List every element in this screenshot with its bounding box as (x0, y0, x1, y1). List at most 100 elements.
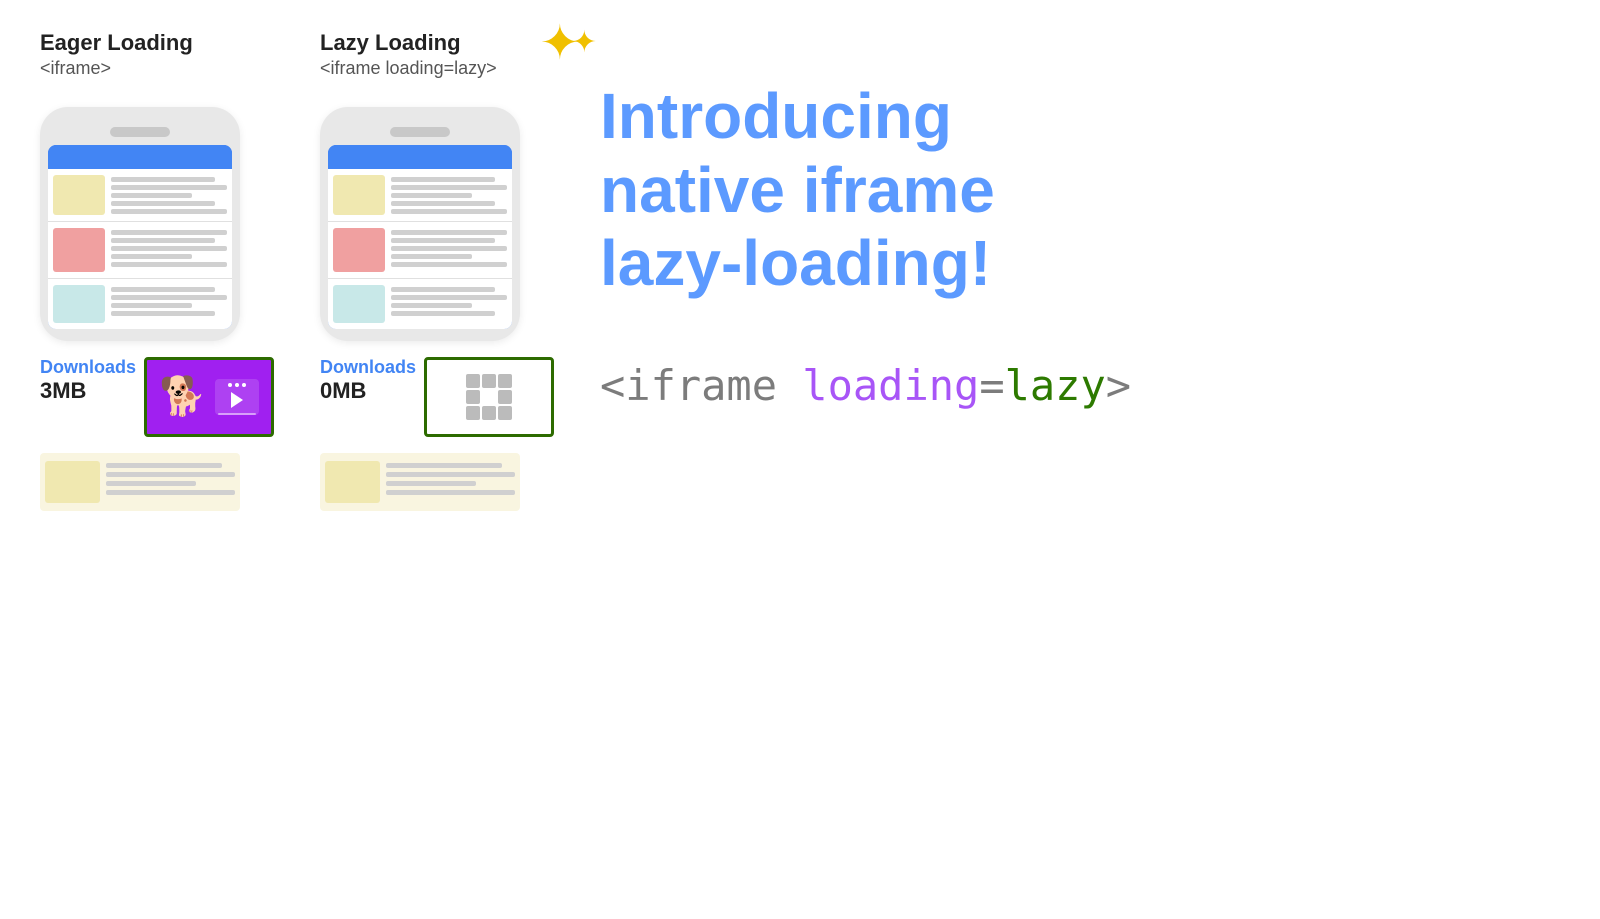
line (106, 490, 235, 495)
intro-line1: Introducing (600, 80, 952, 152)
main-container: Eager Loading <iframe> Lazy Loading <ifr… (0, 0, 1600, 919)
line (386, 481, 476, 486)
lazy-phone-wrapper (320, 107, 520, 341)
phones-row (40, 107, 520, 341)
spinner-icon (466, 374, 512, 420)
line (111, 230, 227, 235)
eager-bottom-block (40, 453, 240, 511)
lazy-bottom-img (325, 461, 380, 503)
eager-bottom-lines (106, 461, 235, 495)
lazy-download-col: Downloads 0MB (320, 357, 520, 445)
lazy-bottom-block (320, 453, 520, 511)
lazy-img-1 (333, 175, 385, 215)
eager-download-top: Downloads 3MB 🐕 (40, 357, 274, 437)
code-lazy-val: lazy (1005, 361, 1106, 410)
line (391, 303, 472, 308)
line (391, 254, 472, 259)
line (111, 254, 192, 259)
spinner-cell (466, 390, 480, 404)
lazy-block-2 (328, 222, 512, 279)
phone-notch-eager (110, 127, 170, 137)
lazy-img-3 (333, 285, 385, 323)
lazy-lines-2 (391, 228, 507, 267)
sparkle-icon: ✦ ✦ (540, 20, 580, 68)
line (391, 311, 495, 316)
line (106, 463, 222, 468)
line (391, 262, 507, 267)
code-iframe-part: <iframe (600, 361, 802, 410)
eager-downloads-text: Downloads (40, 357, 136, 378)
lazy-phone (320, 107, 520, 341)
lazy-phone-screen (328, 145, 512, 329)
spinner-cell (466, 374, 480, 388)
dots-row (228, 379, 246, 389)
line (386, 490, 515, 495)
code-equals: = (979, 361, 1004, 410)
lazy-lines-3 (391, 285, 507, 316)
line (386, 472, 515, 477)
dot (242, 383, 246, 387)
code-snippet: <iframe loading=lazy> (600, 361, 1131, 410)
eager-block-2 (48, 222, 232, 279)
line (111, 193, 192, 198)
intro-line3: lazy-loading! (600, 227, 991, 299)
line (111, 185, 227, 190)
line (391, 246, 507, 251)
line (111, 287, 215, 292)
lazy-bottom-lines (386, 461, 515, 495)
line (111, 303, 192, 308)
line (391, 193, 472, 198)
eager-code: <iframe> (40, 58, 240, 79)
intro-line2: native iframe (600, 154, 995, 226)
line (391, 177, 495, 182)
lazy-code: <iframe loading=lazy> (320, 58, 520, 79)
line (391, 238, 495, 243)
spinner-cell (498, 406, 512, 420)
play-bar (218, 413, 256, 415)
play-triangle-icon (231, 392, 243, 408)
intro-text: Introducing native iframe lazy-loading! (600, 80, 1131, 301)
line (106, 481, 196, 486)
line (111, 209, 227, 214)
line (111, 201, 215, 206)
bottom-content-row (40, 453, 520, 511)
spinner-cell (482, 374, 496, 388)
line (111, 262, 227, 267)
eager-download-labels: Downloads 3MB (40, 357, 136, 404)
lazy-iframe-preview (424, 357, 554, 437)
dot (235, 383, 239, 387)
eager-block-3 (48, 279, 232, 329)
eager-block-1 (48, 169, 232, 222)
dog-icon: 🐕 (159, 375, 206, 419)
eager-phone-screen (48, 145, 232, 329)
eager-iframe-preview: 🐕 (144, 357, 274, 437)
lazy-screen-header (328, 145, 512, 169)
line (111, 246, 227, 251)
eager-phone-wrapper (40, 107, 240, 341)
eager-label-col: Eager Loading <iframe> (40, 30, 240, 97)
line (391, 201, 495, 206)
eager-lines-2 (111, 228, 227, 267)
lazy-lines-1 (391, 175, 507, 214)
lazy-img-2 (333, 228, 385, 272)
line (391, 295, 507, 300)
eager-img-1 (53, 175, 105, 215)
lazy-screen-content (328, 169, 512, 329)
spinner-cell (466, 406, 480, 420)
line (111, 177, 215, 182)
line (391, 230, 507, 235)
lazy-downloads-mb: 0MB (320, 378, 366, 404)
eager-lines-3 (111, 285, 227, 316)
lazy-download-labels: Downloads 0MB (320, 357, 416, 404)
eager-label: Eager Loading (40, 30, 240, 56)
code-loading-attr: loading (802, 361, 979, 410)
spinner-cell-center (482, 390, 496, 404)
spinner-cell (498, 390, 512, 404)
eager-lines-1 (111, 175, 227, 214)
eager-bottom-img (45, 461, 100, 503)
lazy-block-3 (328, 279, 512, 329)
spinner-cell (498, 374, 512, 388)
code-bracket: > (1106, 361, 1131, 410)
eager-download-col: Downloads 3MB 🐕 (40, 357, 240, 445)
eager-downloads-mb: 3MB (40, 378, 86, 404)
